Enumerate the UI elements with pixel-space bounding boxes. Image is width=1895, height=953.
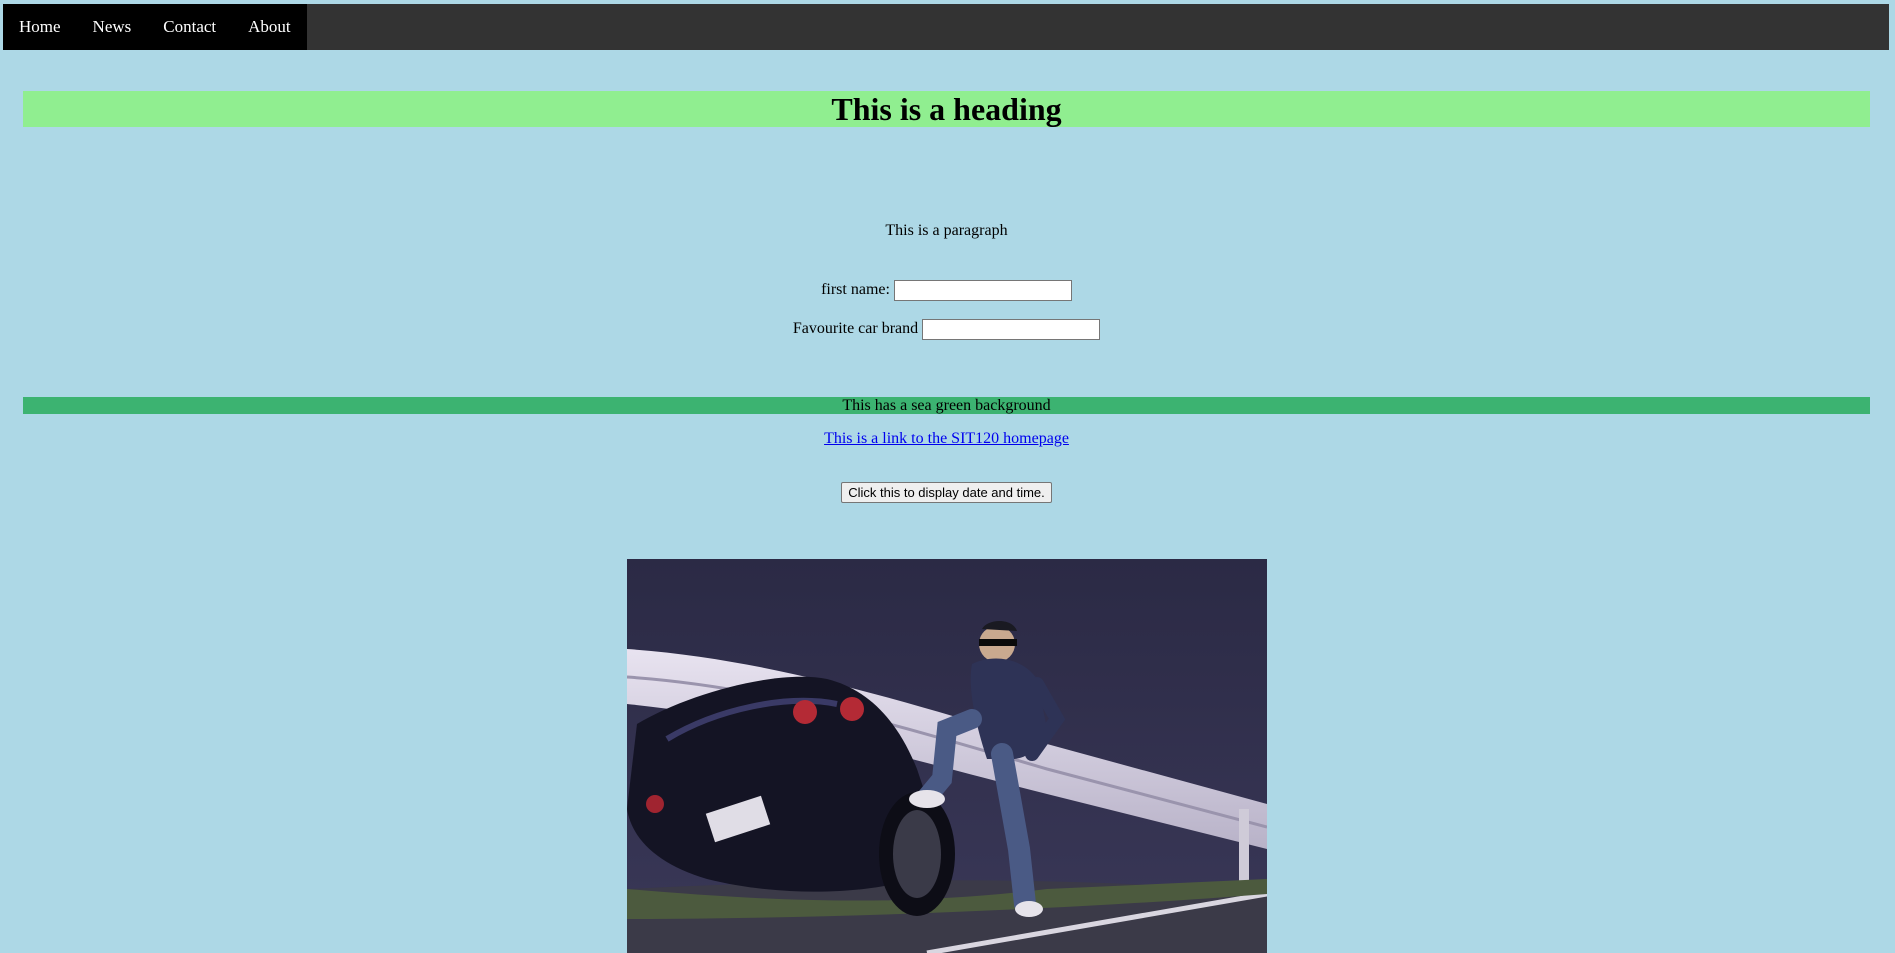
sea-green-banner: This has a sea green background: [23, 397, 1870, 414]
top-nav: Home News Contact About: [3, 4, 1889, 50]
sit120-homepage-link[interactable]: This is a link to the SIT120 homepage: [824, 430, 1069, 447]
first-name-input[interactable]: [893, 280, 1072, 301]
link-row: This is a link to the SIT120 homepage: [0, 429, 1893, 449]
nav-news[interactable]: News: [76, 4, 148, 50]
button-row: Click this to display date and time.: [0, 482, 1893, 503]
car-crash-photo: [627, 559, 1267, 953]
car-brand-input[interactable]: [922, 319, 1101, 340]
nav-home[interactable]: Home: [3, 4, 77, 50]
paragraph: This is a paragraph: [885, 222, 1008, 239]
car-brand-row: Favourite car brand: [0, 319, 1893, 340]
page-heading: This is a heading: [23, 91, 1870, 127]
nav-about[interactable]: About: [232, 4, 307, 50]
display-datetime-button[interactable]: Click this to display date and time.: [841, 482, 1052, 503]
car-brand-label: Favourite car brand: [792, 320, 919, 338]
nav-contact[interactable]: Contact: [147, 4, 233, 50]
first-name-row: first name:: [0, 280, 1893, 301]
first-name-label: first name:: [821, 281, 890, 299]
